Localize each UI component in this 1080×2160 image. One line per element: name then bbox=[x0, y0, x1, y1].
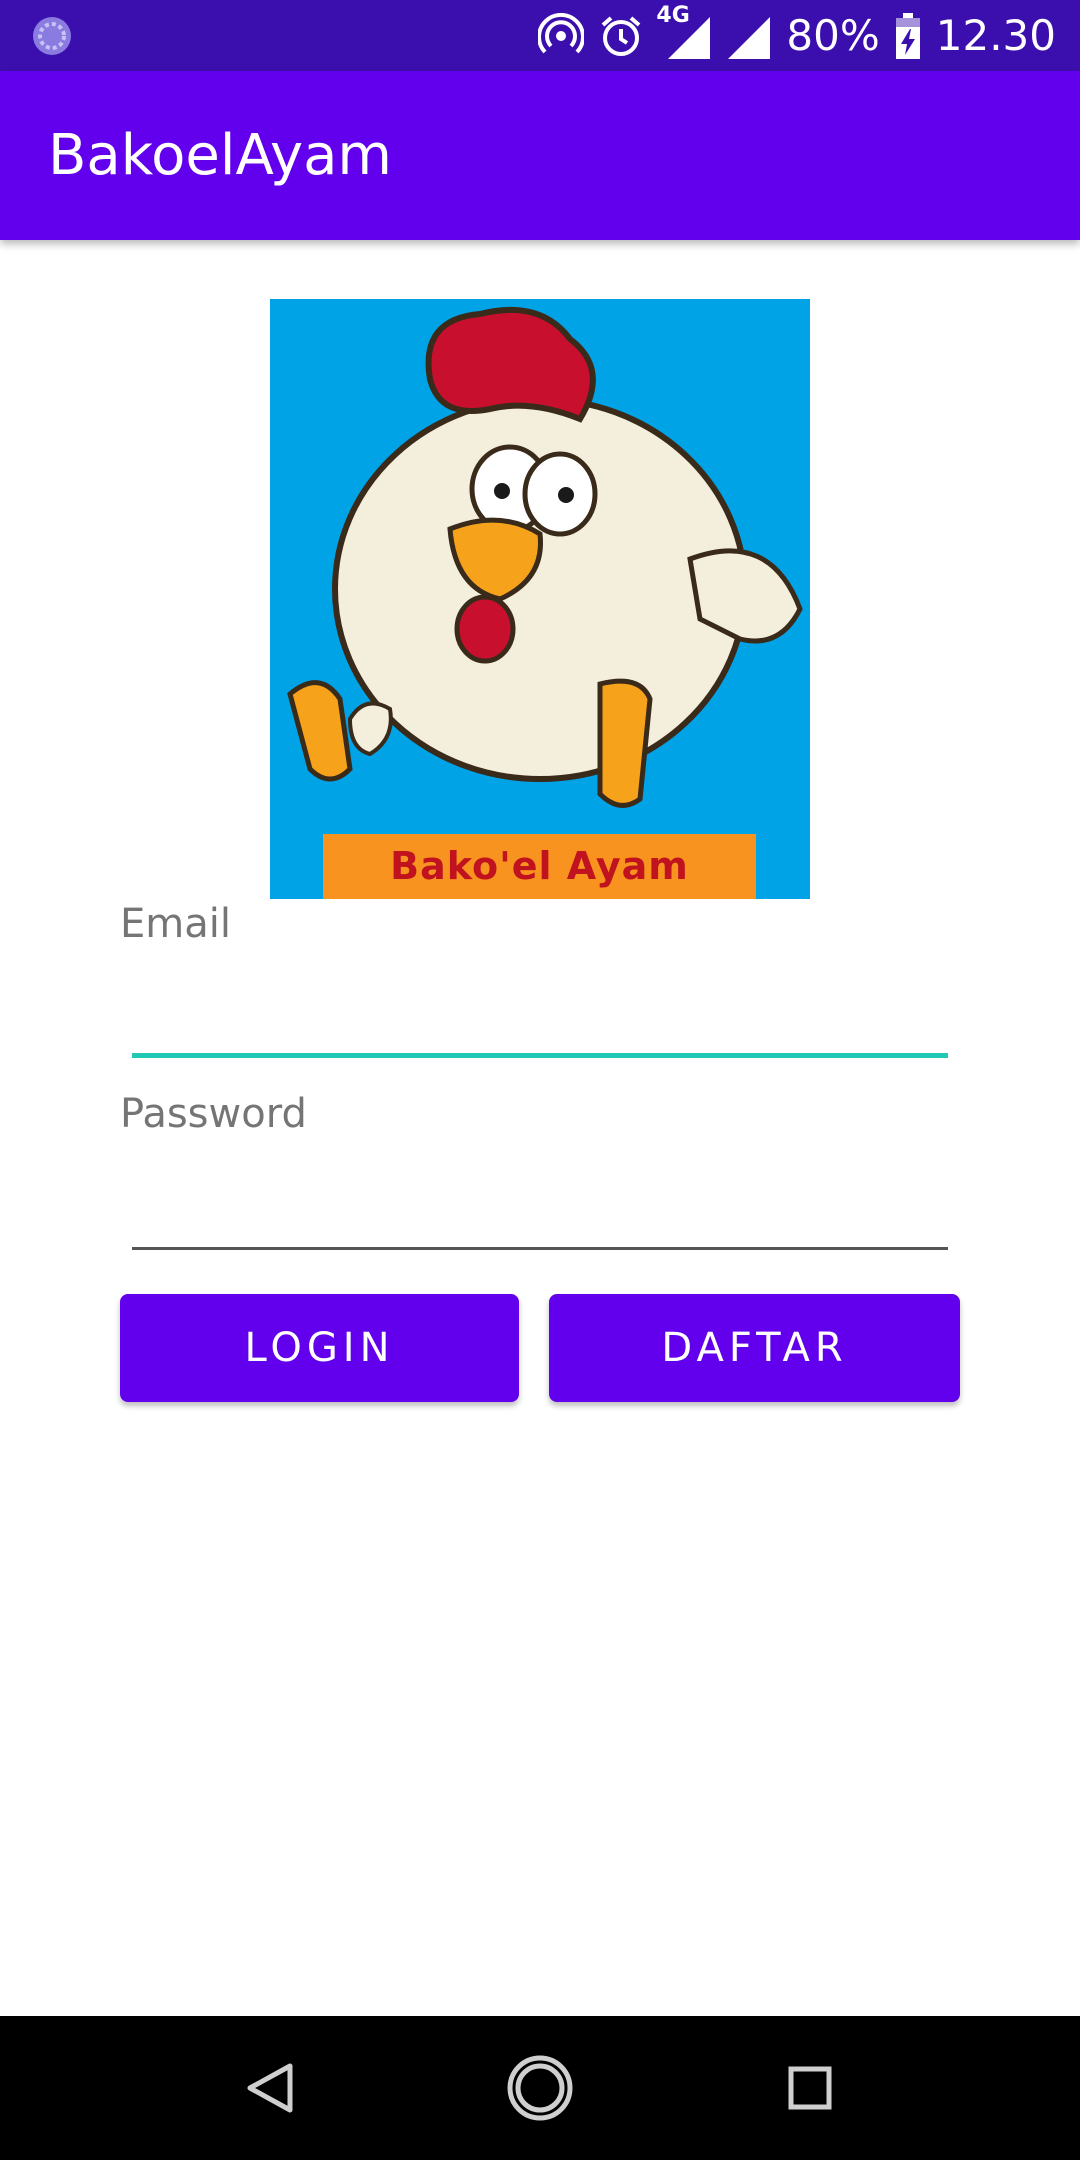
clock: 12.30 bbox=[935, 11, 1056, 60]
logo-banner: Bako'el Ayam bbox=[323, 834, 756, 899]
email-field[interactable] bbox=[132, 988, 948, 1058]
alarm-icon bbox=[598, 13, 644, 59]
chicken-mascot-image bbox=[287, 306, 803, 808]
battery-charging-icon bbox=[894, 11, 922, 61]
password-field[interactable] bbox=[132, 1180, 948, 1250]
app-bar: BakoelAyam bbox=[0, 71, 1080, 240]
login-button[interactable]: LOGIN bbox=[120, 1294, 519, 1402]
hotspot-icon bbox=[538, 12, 585, 59]
home-icon[interactable] bbox=[504, 2052, 576, 2124]
signal-icon bbox=[726, 11, 772, 61]
battery-percent: 80% bbox=[786, 11, 880, 60]
notification-icon bbox=[30, 14, 74, 58]
status-bar: 4G 80% 12.30 bbox=[0, 0, 1080, 71]
logo-banner-text: Bako'el Ayam bbox=[390, 844, 689, 888]
app-title: BakoelAyam bbox=[48, 123, 392, 188]
back-icon[interactable] bbox=[234, 2052, 306, 2124]
network-type-label: 4G bbox=[656, 2, 690, 28]
recents-icon[interactable] bbox=[774, 2052, 846, 2124]
signal-4g-icon: 4G bbox=[656, 3, 712, 61]
navigation-bar bbox=[0, 2016, 1080, 2160]
email-label: Email bbox=[120, 901, 231, 947]
password-label: Password bbox=[120, 1091, 307, 1137]
app-logo: Bako'el Ayam bbox=[270, 299, 810, 899]
daftar-button[interactable]: DAFTAR bbox=[549, 1294, 960, 1402]
